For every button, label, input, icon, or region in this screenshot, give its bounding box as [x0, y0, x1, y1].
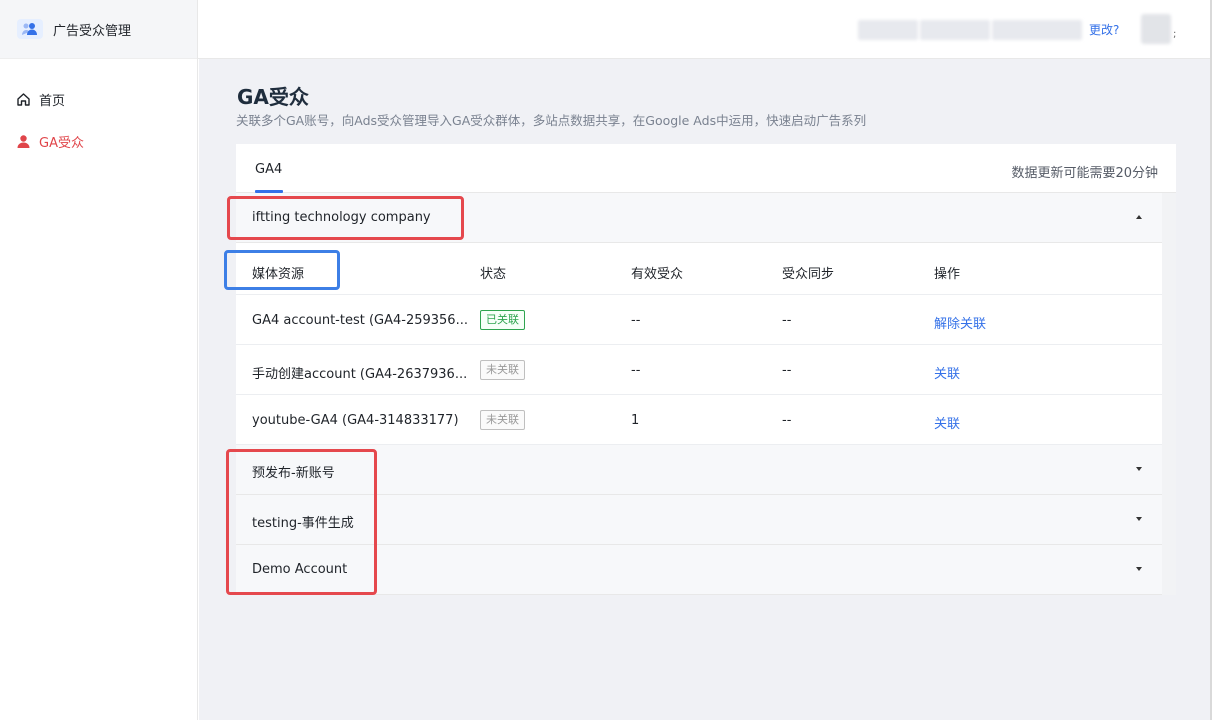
home-icon: [15, 92, 31, 108]
account-name: Demo Account: [252, 562, 348, 577]
resource-name: youtube-GA4 (GA4-314833177): [252, 413, 459, 428]
redacted-info: [920, 20, 990, 40]
column-header: 操作: [934, 267, 961, 282]
redacted-info: [858, 20, 918, 40]
column-header: 状态: [480, 267, 507, 282]
account-name: iftting technology company: [252, 210, 431, 225]
top-header: 更改? ;: [198, 0, 1210, 59]
caret-up-icon: [1136, 215, 1142, 219]
table-row: 手动创建account (GA4-2637936... 未关联 -- -- 关联: [236, 345, 1162, 395]
resource-name: 手动创建account (GA4-2637936...: [252, 367, 468, 382]
app-brand: 广告受众管理: [0, 0, 197, 59]
users-icon: [17, 19, 43, 39]
avatar[interactable]: [1141, 14, 1171, 44]
tab-bar: GA4 数据更新可能需要20分钟: [236, 144, 1176, 193]
table-row: GA4 account-test (GA4-259356... 已关联 -- -…: [236, 295, 1162, 345]
account-name: testing-事件生成: [252, 516, 354, 531]
audience-count: 1: [631, 413, 640, 428]
scrollbar[interactable]: [1162, 193, 1176, 595]
caret-down-icon: [1136, 467, 1142, 471]
caret-down-icon: [1136, 567, 1142, 571]
sidebar-item-ga-audience[interactable]: GA受众: [15, 132, 84, 151]
app-title: 广告受众管理: [53, 23, 132, 39]
audience-sync: --: [782, 363, 792, 378]
main-content: GA受众 关联多个GA账号，向Ads受众管理导入GA受众群体，多站点数据共享，在…: [199, 59, 1210, 720]
audience-count: --: [631, 313, 641, 328]
resource-name: GA4 account-test (GA4-259356...: [252, 313, 468, 328]
tab-ga4[interactable]: GA4: [255, 162, 282, 177]
link-button[interactable]: 关联: [934, 363, 960, 382]
sidebar-item-label: 首页: [39, 94, 66, 109]
audience-sync: --: [782, 413, 792, 428]
redacted-info: [992, 20, 1082, 40]
sidebar-item-label: GA受众: [39, 136, 84, 151]
header-tail: ;: [1173, 29, 1177, 40]
status-badge: 已关联: [480, 310, 525, 330]
status-badge: 未关联: [480, 360, 525, 380]
account-group-header[interactable]: iftting technology company: [236, 193, 1162, 243]
caret-down-icon: [1136, 517, 1142, 521]
link-button[interactable]: 关联: [934, 413, 960, 432]
unlink-button[interactable]: 解除关联: [934, 313, 986, 332]
audience-sync: --: [782, 313, 792, 328]
update-note: 数据更新可能需要20分钟: [1011, 166, 1158, 181]
sidebar-item-home[interactable]: 首页: [15, 90, 65, 109]
column-header: 媒体资源: [252, 267, 305, 282]
page-description: 关联多个GA账号，向Ads受众管理导入GA受众群体，多站点数据共享，在Googl…: [236, 113, 867, 128]
table-header: 媒体资源 状态 有效受众 受众同步 操作: [236, 243, 1162, 295]
account-group-header[interactable]: 预发布-新账号: [236, 445, 1162, 495]
account-name: 预发布-新账号: [252, 466, 335, 481]
status-badge: 未关联: [480, 410, 525, 430]
account-group-header[interactable]: Demo Account: [236, 545, 1162, 595]
column-header: 受众同步: [782, 267, 835, 282]
page-title: GA受众: [237, 85, 309, 109]
user-icon: [15, 134, 31, 150]
account-group-header[interactable]: testing-事件生成: [236, 495, 1162, 545]
audience-count: --: [631, 363, 641, 378]
column-header: 有效受众: [631, 267, 684, 282]
sidebar: 广告受众管理 首页 GA受众: [0, 0, 198, 720]
audience-panel: GA4 数据更新可能需要20分钟 iftting technology comp…: [236, 144, 1176, 595]
change-account-link[interactable]: 更改?: [1089, 21, 1119, 38]
resource-table: 媒体资源 状态 有效受众 受众同步 操作 GA4 account-test (G…: [236, 243, 1162, 445]
table-row: youtube-GA4 (GA4-314833177) 未关联 1 -- 关联: [236, 395, 1162, 445]
